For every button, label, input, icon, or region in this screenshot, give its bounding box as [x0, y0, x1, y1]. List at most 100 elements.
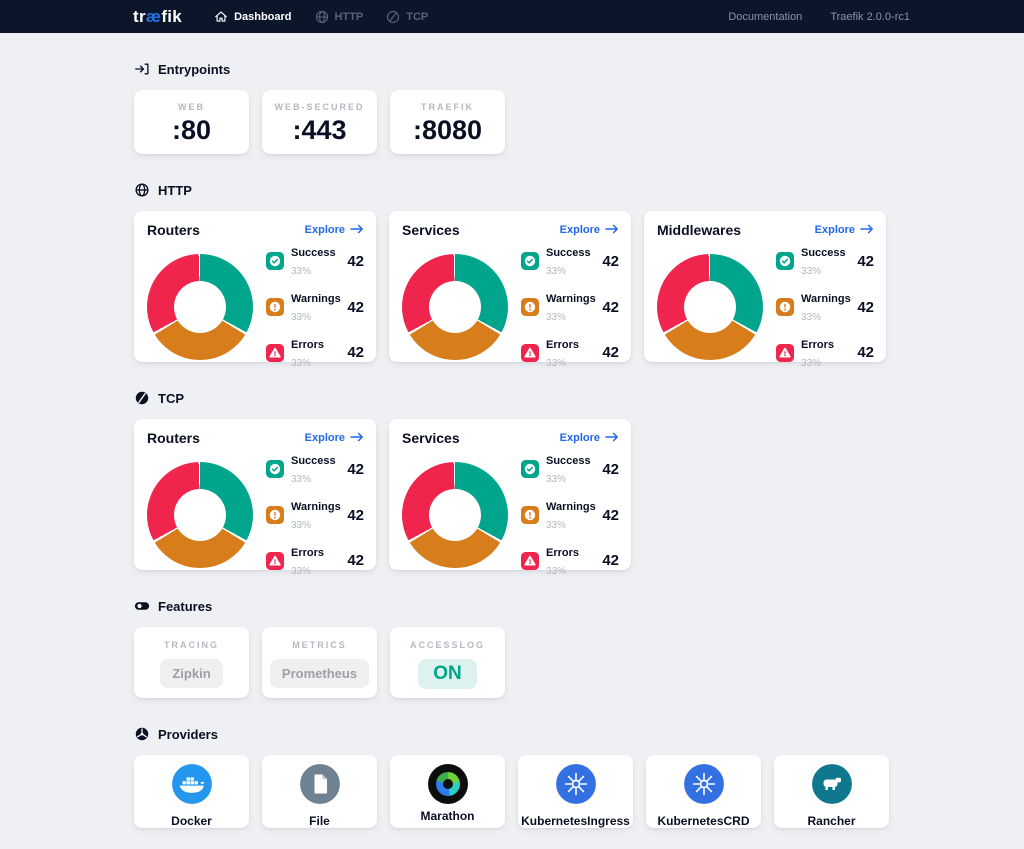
chart-legend: Success33% 42 Warnings33% 42 Errors33% 4… [521, 243, 619, 371]
legend-value: 42 [857, 299, 874, 316]
provider-label: Marathon [390, 809, 505, 823]
legend-row-warnings: Warnings33% 42 [776, 289, 874, 326]
legend-row-warnings: Warnings33% 42 [521, 289, 619, 326]
feature-name: METRICS [262, 640, 377, 650]
legend-percent: 33% [291, 312, 311, 323]
arrow-right-icon [860, 224, 874, 237]
entrypoint-card-traefik: TRAEFIK :8080 [390, 90, 505, 154]
circle-slash-icon [134, 390, 150, 406]
legend-value: 42 [857, 253, 874, 270]
http-middlewares-card: Middlewares Explore Success33% 42 Warni [644, 211, 886, 362]
traefik-logo: træfik [133, 7, 182, 27]
nav-right-links: Documentation Traefik 2.0.0-rc1 [728, 11, 910, 23]
legend-row-errors: Errors33% 42 [521, 335, 619, 372]
legend-percent: 33% [291, 358, 311, 369]
provider-label: KubernetesCRD [646, 814, 761, 828]
legend-percent: 33% [546, 474, 566, 485]
provider-card-rancher: Rancher [774, 755, 889, 828]
kubernetes-icon [556, 791, 596, 808]
legend-value: 42 [347, 461, 364, 478]
tcp-services-card: Services Explore Success33% 42 Warnings [389, 419, 631, 570]
logo-ae: æ [146, 7, 161, 26]
file-icon [300, 791, 340, 808]
home-icon [213, 9, 229, 25]
entrypoint-name: WEB-SECURED [262, 102, 377, 112]
provider-card-kubernetes-ingress: KubernetesIngress [518, 755, 633, 828]
feature-on-badge: ON [418, 659, 477, 689]
toggle-icon [134, 598, 150, 614]
nav-tab-http[interactable]: HTTP [303, 0, 375, 33]
success-icon [521, 252, 539, 270]
chart-legend: Success33% 42 Warnings33% 42 Errors33% 4… [266, 451, 364, 579]
section-entrypoints: Entrypoints WEB :80 WEB-SECURED :443 TRA… [134, 61, 890, 154]
success-icon [266, 460, 284, 478]
sign-in-icon [134, 61, 150, 77]
entrypoint-name: WEB [134, 102, 249, 112]
feature-card-accesslog: ACCESSLOG ON [390, 627, 505, 698]
provider-label: File [262, 814, 377, 828]
legend-percent: 33% [546, 312, 566, 323]
section-title-providers: Providers [158, 727, 218, 742]
circle-slash-icon [385, 9, 401, 25]
section-features: Features TRACING Zipkin METRICS Promethe… [134, 598, 890, 698]
documentation-link[interactable]: Documentation [728, 11, 802, 23]
explore-link[interactable]: Explore [560, 432, 619, 445]
section-tcp: TCP Routers Explore Success33% 42 [134, 390, 890, 570]
legend-label: Errors [546, 547, 579, 559]
legend-row-errors: Errors 33% 42 [266, 335, 364, 372]
card-title: Routers [147, 222, 200, 238]
globe-icon [314, 9, 330, 25]
top-navbar: træfik Dashboard HTTP TCP Documentation … [0, 0, 1024, 33]
nav-tab-label: HTTP [335, 11, 364, 23]
legend-percent: 33% [546, 520, 566, 531]
warning-icon [776, 298, 794, 316]
nav-tab-label: TCP [406, 11, 428, 23]
card-title: Middlewares [657, 222, 741, 238]
legend-row-warnings: Warnings33% 42 [521, 497, 619, 534]
provider-label: KubernetesIngress [518, 814, 633, 828]
explore-link[interactable]: Explore [305, 224, 364, 237]
legend-row-success: Success33% 42 [266, 451, 364, 488]
legend-value: 42 [602, 552, 619, 569]
entrypoint-card-web: WEB :80 [134, 90, 249, 154]
donut-chart [402, 254, 508, 360]
legend-value: 42 [602, 507, 619, 524]
version-link[interactable]: Traefik 2.0.0-rc1 [830, 11, 910, 23]
success-icon [266, 252, 284, 270]
arrow-right-icon [350, 432, 364, 445]
warning-icon [521, 506, 539, 524]
feature-name: TRACING [134, 640, 249, 650]
legend-label: Errors [291, 339, 324, 351]
legend-row-warnings: Warnings33% 42 [266, 497, 364, 534]
explore-link[interactable]: Explore [815, 224, 874, 237]
feature-value-badge: Zipkin [160, 659, 222, 688]
chart-legend: Success33% 42 Warnings33% 42 Errors33% 4… [776, 243, 874, 371]
explore-link[interactable]: Explore [560, 224, 619, 237]
section-providers: Providers Docker File Marathon Kubernete… [134, 726, 890, 828]
legend-row-errors: Errors33% 42 [266, 543, 364, 580]
nav-tab-tcp[interactable]: TCP [374, 0, 439, 33]
nav-tab-dashboard[interactable]: Dashboard [202, 0, 302, 33]
legend-percent: 33% [291, 520, 311, 531]
success-icon [521, 460, 539, 478]
dashboard-content: Entrypoints WEB :80 WEB-SECURED :443 TRA… [134, 33, 890, 828]
warning-icon [521, 298, 539, 316]
entrypoint-card-web-secured: WEB-SECURED :443 [262, 90, 377, 154]
donut-chart [147, 254, 253, 360]
feature-card-metrics: METRICS Prometheus [262, 627, 377, 698]
error-icon [521, 552, 539, 570]
explore-link[interactable]: Explore [305, 432, 364, 445]
legend-value: 42 [347, 507, 364, 524]
legend-value: 42 [602, 299, 619, 316]
tcp-routers-card: Routers Explore Success33% 42 Warnings3 [134, 419, 376, 570]
provider-label: Rancher [774, 814, 889, 828]
provider-card-file: File [262, 755, 377, 828]
legend-percent: 33% [801, 312, 821, 323]
error-icon [521, 344, 539, 362]
entrypoint-port: :443 [262, 115, 377, 146]
nav-tab-label: Dashboard [234, 11, 291, 23]
legend-value: 42 [347, 253, 364, 270]
legend-percent: 33% [546, 358, 566, 369]
feature-name: ACCESSLOG [390, 640, 505, 650]
legend-value: 42 [347, 344, 364, 361]
